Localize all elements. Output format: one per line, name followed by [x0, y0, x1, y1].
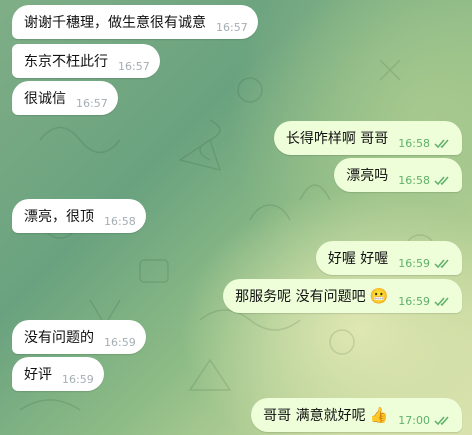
message-time: 16:57 [76, 96, 108, 110]
read-double-check-icon [434, 416, 449, 425]
message-time: 16:59 [398, 257, 452, 270]
message-text: 好评 [24, 367, 52, 383]
outgoing-message[interactable]: 那服务呢 没有问题吧 😬 16:59 [223, 279, 462, 313]
message-time-value: 16:59 [398, 294, 430, 308]
message-time-value: 16:58 [398, 136, 430, 150]
read-double-check-icon [434, 176, 449, 185]
message-time-value: 16:59 [398, 256, 430, 270]
message-text: 长得咋样啊 哥哥 [285, 131, 389, 147]
message-time: 16:58 [398, 137, 452, 150]
message-time: 16:58 [398, 174, 452, 187]
message-text: 漂亮，很顶 [24, 209, 94, 225]
read-double-check-icon [434, 259, 449, 268]
message-text: 那服务呢 没有问题吧 [235, 289, 366, 305]
incoming-message[interactable]: 很诚信 16:57 [12, 81, 118, 115]
read-double-check-icon [434, 297, 449, 306]
message-text: 谢谢千穗理，做生意很有诚意 [24, 15, 206, 31]
grimacing-face-emoji-icon: 😬 [369, 286, 389, 305]
message-text: 东京不枉此行 [24, 54, 108, 70]
message-text: 没有问题的 [24, 330, 94, 346]
message-text: 漂亮吗 [346, 168, 389, 184]
read-double-check-icon [434, 139, 449, 148]
message-time: 17:00 [398, 414, 452, 427]
incoming-message[interactable]: 谢谢千穗理，做生意很有诚意 16:57 [12, 5, 258, 39]
message-text: 哥哥 满意就好呢 [263, 408, 366, 424]
outgoing-message[interactable]: 长得咋样啊 哥哥 16:58 [273, 121, 462, 155]
message-time-value: 16:58 [398, 173, 430, 187]
incoming-message[interactable]: 好评 16:59 [12, 357, 104, 391]
thumbs-up-emoji-icon: 👍 [369, 405, 389, 424]
outgoing-message[interactable]: 漂亮吗 16:58 [334, 158, 462, 192]
message-time: 16:57 [118, 59, 150, 73]
message-text: 很诚信 [24, 91, 66, 107]
outgoing-message[interactable]: 好喔 好喔 16:59 [315, 241, 462, 275]
incoming-message[interactable]: 东京不枉此行 16:57 [12, 44, 160, 78]
message-time: 16:59 [104, 335, 136, 349]
message-time-value: 17:00 [398, 413, 430, 427]
message-time: 16:57 [216, 20, 248, 34]
outgoing-message[interactable]: 哥哥 满意就好呢 👍 17:00 [251, 398, 462, 432]
message-text: 好喔 好喔 [327, 251, 389, 267]
incoming-message[interactable]: 没有问题的 16:59 [12, 320, 146, 354]
message-time: 16:59 [398, 295, 452, 308]
message-time: 16:59 [62, 372, 94, 386]
incoming-message[interactable]: 漂亮，很顶 16:58 [12, 199, 146, 233]
message-time: 16:58 [104, 214, 136, 228]
